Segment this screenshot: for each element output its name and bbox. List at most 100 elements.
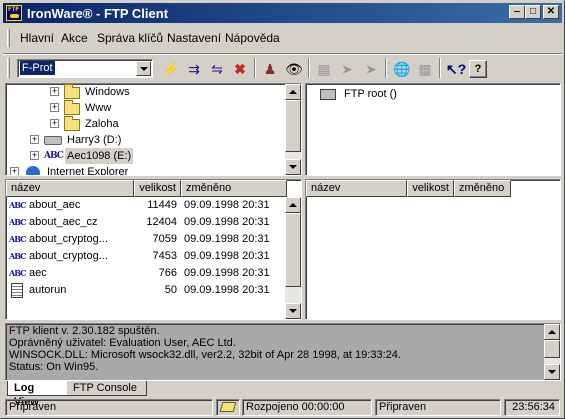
- menubar-grip[interactable]: [7, 29, 10, 47]
- connection-status: Rozpojeno 00:00:00: [242, 399, 372, 416]
- tree-item-label: FTP root (): [344, 88, 397, 100]
- log-view[interactable]: FTP klient v. 2.30.182 spuštěn. Oprávněn…: [5, 323, 561, 381]
- globe-icon[interactable]: 🌐: [391, 58, 413, 80]
- scroll-up-button[interactable]: [544, 324, 560, 340]
- file-row[interactable]: autorun 50 09.09.1998 20:31: [6, 282, 286, 299]
- disconnect-icon[interactable]: ⇋: [206, 58, 228, 80]
- toolbar-separator: [254, 58, 256, 78]
- cd-drive-icon: ABC: [44, 151, 64, 161]
- help-icon[interactable]: ?: [469, 60, 487, 78]
- transfer-up-icon[interactable]: ➤: [336, 58, 358, 80]
- tree-item-www[interactable]: + Www: [6, 100, 286, 116]
- column-header-size[interactable]: velikost: [407, 180, 454, 197]
- file-modified: 09.09.1998 20:31: [184, 284, 270, 296]
- file-size: 766: [158, 267, 177, 279]
- menu-hlavni[interactable]: Hlavní: [20, 31, 54, 45]
- tab-ftp-console[interactable]: FTP Console: [67, 381, 147, 396]
- remote-file-list[interactable]: název velikost změněno: [305, 179, 561, 320]
- file-name: autorun: [29, 284, 67, 296]
- column-header-modified[interactable]: změněno: [454, 180, 511, 197]
- expand-icon[interactable]: +: [50, 87, 59, 96]
- tab-log-view[interactable]: Log View: [7, 381, 67, 408]
- tree-item-internet-explorer[interactable]: + Internet Explorer: [6, 164, 286, 175]
- scroll-thumb[interactable]: [544, 340, 560, 358]
- connection-state-icon: [216, 399, 240, 416]
- log-tabs: Log View FTP Console: [5, 381, 561, 408]
- column-header-name[interactable]: název: [306, 180, 407, 197]
- column-header-name[interactable]: název: [6, 180, 134, 197]
- menu-napoveda[interactable]: Nápověda: [225, 31, 280, 45]
- remote-folder-tree[interactable]: FTP root (): [305, 83, 561, 176]
- connect-icon[interactable]: ⚡: [160, 58, 182, 80]
- file-row[interactable]: ABC about_cryptog... 7059 09.09.1998 20:31: [6, 231, 286, 248]
- tree-item-aec1098[interactable]: + ABC Aec1098 (E:): [6, 148, 286, 164]
- expand-icon[interactable]: +: [10, 167, 19, 175]
- log-line: Oprávněný uživatel: Evaluation User, AEC…: [9, 337, 236, 349]
- cancel-icon[interactable]: ✖: [229, 58, 251, 80]
- log-line: Status: On Win95.: [9, 361, 99, 373]
- scroll-down-button[interactable]: [285, 303, 301, 319]
- local-tree-scrollbar[interactable]: [285, 84, 301, 175]
- toolbar: F-Prot ⚡ ⇉ ⇋ ✖ ♟ 👁 ▦ ➤ ➤ 🌐 ▩ ↖? ?: [3, 53, 562, 81]
- tree-item-label: Zaloha: [85, 118, 119, 130]
- chevron-down-icon[interactable]: [136, 61, 151, 76]
- tree-item-label: Harry3 (D:): [67, 134, 122, 146]
- abc-file-icon: ABC: [9, 217, 26, 227]
- expand-icon[interactable]: +: [30, 151, 39, 160]
- users-icon[interactable]: ♟: [259, 58, 281, 80]
- expand-icon[interactable]: +: [50, 103, 59, 112]
- connect-all-icon[interactable]: ⇉: [183, 58, 205, 80]
- tree-item-harry3[interactable]: + Harry3 (D:): [6, 132, 286, 148]
- file-row[interactable]: ABC aec 766 09.09.1998 20:31: [6, 265, 286, 282]
- file-name: about_cryptog...: [29, 233, 108, 245]
- maximize-button[interactable]: □: [525, 5, 541, 19]
- tree-item-windows[interactable]: + Windows: [6, 84, 286, 100]
- scroll-down-button[interactable]: [285, 159, 301, 175]
- toolbar-grip[interactable]: [7, 58, 10, 78]
- title-bar[interactable]: FTP IronWare® - FTP Client ‒ □ ✕: [3, 3, 562, 23]
- minimize-button[interactable]: ‒: [509, 5, 525, 19]
- log-scrollbar[interactable]: [544, 324, 560, 380]
- toolbar-separator: [385, 58, 387, 78]
- profile-select[interactable]: F-Prot: [17, 59, 153, 78]
- copy-icon[interactable]: ▦: [313, 58, 335, 80]
- file-size: 11449: [147, 199, 177, 211]
- scroll-thumb[interactable]: [285, 100, 301, 152]
- column-header-size[interactable]: velikost: [134, 180, 181, 197]
- tree-item-label: Windows: [85, 86, 130, 98]
- menu-akce[interactable]: Akce: [61, 31, 88, 45]
- expand-icon[interactable]: +: [50, 119, 59, 128]
- file-modified: 09.09.1998 20:31: [184, 199, 270, 211]
- tree-item-ftp-root[interactable]: FTP root (): [306, 86, 506, 102]
- expand-icon[interactable]: +: [30, 135, 39, 144]
- scroll-up-button[interactable]: [285, 84, 301, 100]
- file-row[interactable]: ABC about_aec 11449 09.09.1998 20:31: [6, 197, 286, 214]
- log-line: FTP klient v. 2.30.182 spuštěn.: [9, 325, 160, 337]
- grid-icon[interactable]: ▩: [414, 58, 436, 80]
- ftp-app-icon[interactable]: FTP: [6, 5, 22, 21]
- folder-icon: [64, 84, 80, 99]
- view-icon[interactable]: 👁: [283, 58, 305, 80]
- context-help-icon[interactable]: ↖?: [445, 58, 467, 80]
- local-file-list[interactable]: název velikost změněno ABC about_aec 11449…: [5, 179, 302, 320]
- file-name: about_aec: [29, 199, 81, 211]
- local-files-scrollbar[interactable]: [285, 197, 301, 319]
- menu-sprava-klicu[interactable]: Správa klíčů: [97, 31, 163, 45]
- file-row[interactable]: ABC about_aec_cz 12404 09.09.1998 20:31: [6, 214, 286, 231]
- local-folder-tree[interactable]: + Windows + Www + Zaloha + Harry3 (D:) +…: [5, 83, 302, 176]
- file-row[interactable]: ABC about_cryptog... 7453 09.09.1998 20:31: [6, 248, 286, 265]
- scroll-thumb[interactable]: [285, 213, 301, 287]
- close-button[interactable]: ✕: [543, 5, 559, 19]
- text-file-icon: [11, 283, 23, 298]
- tree-item-zaloha[interactable]: + Zaloha: [6, 116, 286, 132]
- transfer-down-icon[interactable]: ➤: [360, 58, 382, 80]
- menu-bar: Hlavní Akce Správa klíčů Nastavení Nápov…: [3, 25, 562, 51]
- scroll-down-button[interactable]: [544, 364, 560, 380]
- status-clock: 23:56:34: [504, 399, 560, 416]
- tree-item-label: Www: [85, 102, 112, 114]
- status-text: Připraven: [5, 399, 213, 416]
- status-bar: Připraven Rozpojeno 00:00:00 Připraven 2…: [3, 398, 562, 417]
- scroll-up-button[interactable]: [285, 197, 301, 213]
- column-header-modified[interactable]: změněno: [181, 180, 287, 197]
- menu-nastaveni[interactable]: Nastavení: [167, 31, 221, 45]
